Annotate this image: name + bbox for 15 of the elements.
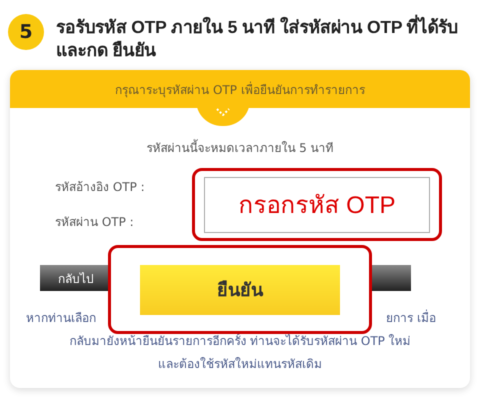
back-button[interactable]: กลับไป [40,265,108,291]
note-text: และต้องใช้รหัสใหม่แทนรหัสเดิม [158,357,322,372]
field-label: รหัสอ้างอิง OTP : [55,179,145,196]
confirm-button[interactable]: ยืนยัน [140,264,340,314]
note-text: ยการ เมื่อ [386,311,436,326]
header-text: กรุณาระบุรหัสผ่าน OTP เพื่อยืนยันการทำรายการ [115,80,365,98]
otp-field[interactable]: กรอกรหัส OTP [204,176,430,232]
step-number: 5 [8,14,44,50]
back-button-edge [372,265,411,291]
note-text: หากท่านเลือก [26,311,96,326]
field-label: รหัสผ่าน OTP : [55,214,135,231]
chevron-down-icon [216,108,230,116]
note-text: กลับมายังหน้ายืนยันรายการอีกครั้ง ท่านจะได้รับรหัสผ่าน OTP ใหม่ [69,334,411,349]
expiry-note: รหัสผ่านนี้จะหมดเวลาภายใน 5 นาที [146,138,334,157]
step-title: รอรับรหัส OTP ภายใน 5 นาที ใส่รหัสผ่าน OTP ที่ได้รับและกด ยืนยัน [56,14,468,62]
